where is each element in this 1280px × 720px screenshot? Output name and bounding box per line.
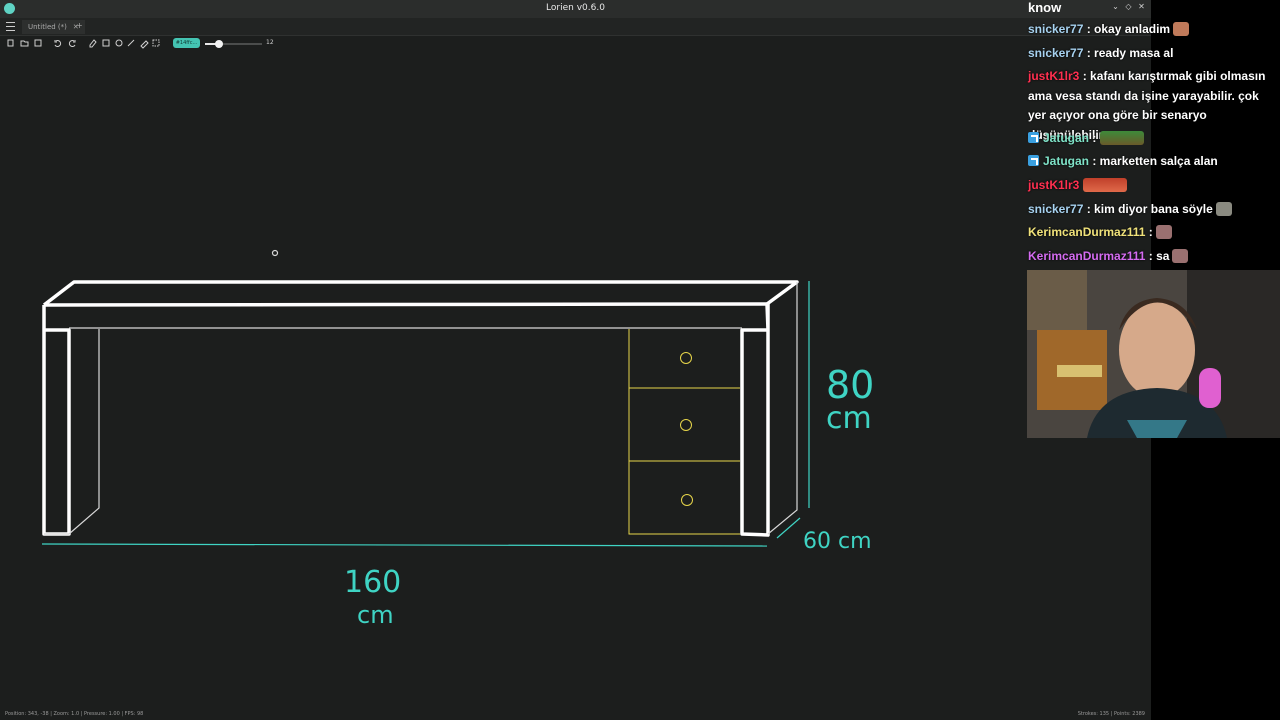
chat-text: : kim diyor bana söyle	[1083, 202, 1213, 216]
lorien-app-window: Lorien v0.6.0 ⌄ ◇ ✕ Untitled (*) ✕ + #14…	[0, 0, 1151, 720]
chat-message: Jatugan : marketten salça alan	[1028, 152, 1278, 172]
rectangle-icon[interactable]	[102, 39, 110, 47]
emote-icon	[1172, 249, 1189, 263]
height-unit-label: cm	[826, 401, 872, 436]
chat-message: snicker77 : ready masa al	[1028, 44, 1278, 64]
width-dimension-line	[41, 543, 768, 547]
status-stroke-info: Strokes: 135 | Points: 2389	[1077, 711, 1145, 717]
chat-username: Jatugan	[1043, 131, 1090, 145]
stream-chat-overlay: know snicker77 : okay anladim snicker77 …	[1026, 0, 1280, 268]
status-position-info: Position: 343, -38 | Zoom: 1.0 | Pressur…	[5, 711, 144, 717]
width-value-label: 160	[344, 565, 401, 600]
status-bar: Position: 343, -38 | Zoom: 1.0 | Pressur…	[0, 708, 1151, 720]
emote-icon	[1155, 225, 1172, 239]
webcam-scene	[1027, 270, 1280, 438]
chat-message: justK1lr3	[1028, 176, 1278, 196]
chat-username: justK1lr3	[1028, 69, 1080, 83]
chat-username: KerimcanDurmaz111	[1028, 225, 1146, 239]
chat-text: : ready masa al	[1083, 46, 1174, 60]
vip-badge-icon	[1028, 132, 1039, 143]
drawer-knob-3	[681, 494, 693, 506]
window-title: Lorien v0.6.0	[546, 3, 605, 13]
brush-size-slider-knob[interactable]	[215, 40, 224, 48]
left-leg-depth-line	[68, 329, 100, 535]
save-icon[interactable]	[34, 39, 42, 47]
emote-icon	[1173, 22, 1190, 36]
width-unit-label: cm	[357, 601, 394, 629]
chat-username: justK1lr3	[1028, 178, 1080, 192]
eraser-icon[interactable]	[89, 39, 97, 48]
brush-size-slider[interactable]	[205, 40, 262, 48]
chat-text: : sa	[1145, 249, 1170, 263]
drawer-knob-1	[680, 352, 692, 364]
dimension-labels: 80 cm 60 cm 160 cm	[344, 363, 874, 629]
chat-username: snicker77	[1028, 202, 1084, 216]
webcam-video	[1027, 270, 1280, 438]
drawing-canvas[interactable]: 80 cm 60 cm 160 cm	[0, 52, 1151, 708]
emote-icon	[1099, 131, 1144, 145]
drawer-knob-2	[680, 419, 692, 431]
brush-size-value: 12	[266, 39, 274, 46]
toolbar-icons	[7, 39, 160, 49]
chat-header: know	[1028, 0, 1062, 15]
line-icon[interactable]	[127, 39, 135, 47]
dimension-lines	[41, 281, 810, 547]
desk-left-leg	[42, 305, 71, 536]
redo-icon[interactable]	[68, 40, 76, 48]
title-bar: Lorien v0.6.0 ⌄ ◇ ✕	[0, 0, 1151, 18]
new-tab-button[interactable]: +	[76, 21, 83, 30]
cursor-indicator	[271, 249, 279, 257]
chat-message: KerimcanDurmaz111 : sa	[1028, 247, 1278, 267]
chat-username: Jatugan	[1043, 154, 1090, 168]
desk-top-and-right-leg	[43, 302, 770, 537]
hamburger-menu-icon[interactable]	[6, 22, 15, 31]
desk-top-surface	[42, 280, 799, 307]
open-file-icon[interactable]	[20, 40, 29, 47]
vip-badge-icon	[1028, 155, 1039, 166]
chat-text: : okay anladim	[1083, 22, 1171, 36]
depth-label: 60 cm	[803, 529, 872, 554]
drawer-unit	[628, 329, 740, 535]
right-side-depth-line	[767, 282, 798, 535]
select-icon[interactable]	[152, 39, 160, 47]
chat-text: :	[1145, 225, 1153, 239]
chat-username: KerimcanDurmaz111	[1028, 249, 1146, 263]
chat-text: : marketten salça alan	[1089, 154, 1218, 168]
new-file-icon[interactable]	[7, 39, 14, 47]
chat-text: :	[1089, 131, 1097, 145]
emote-icon	[1215, 202, 1232, 216]
undo-icon[interactable]	[54, 40, 62, 48]
desk-detail-lines	[44, 249, 798, 535]
chat-username: snicker77	[1028, 22, 1084, 36]
emote-icon	[1082, 178, 1127, 192]
circle-icon[interactable]	[115, 39, 123, 47]
desk-outline	[42, 280, 799, 537]
brush-color-button[interactable]: #14ffc...	[173, 38, 200, 48]
tab-bar: Untitled (*) ✕ +	[0, 18, 1151, 36]
chat-message: snicker77 : kim diyor bana söyle	[1028, 200, 1278, 220]
toolbar: #14ffc... 12	[0, 36, 1151, 51]
tab-label: Untitled (*)	[28, 23, 67, 31]
chat-username: snicker77	[1028, 46, 1084, 60]
drawer-frame	[628, 329, 740, 535]
chat-message: snicker77 : okay anladim	[1028, 20, 1278, 40]
depth-dimension-line	[776, 517, 801, 539]
brush-icon[interactable]	[140, 40, 149, 49]
chat-message: Jatugan :	[1028, 129, 1278, 149]
chat-message: KerimcanDurmaz111 :	[1028, 223, 1278, 243]
